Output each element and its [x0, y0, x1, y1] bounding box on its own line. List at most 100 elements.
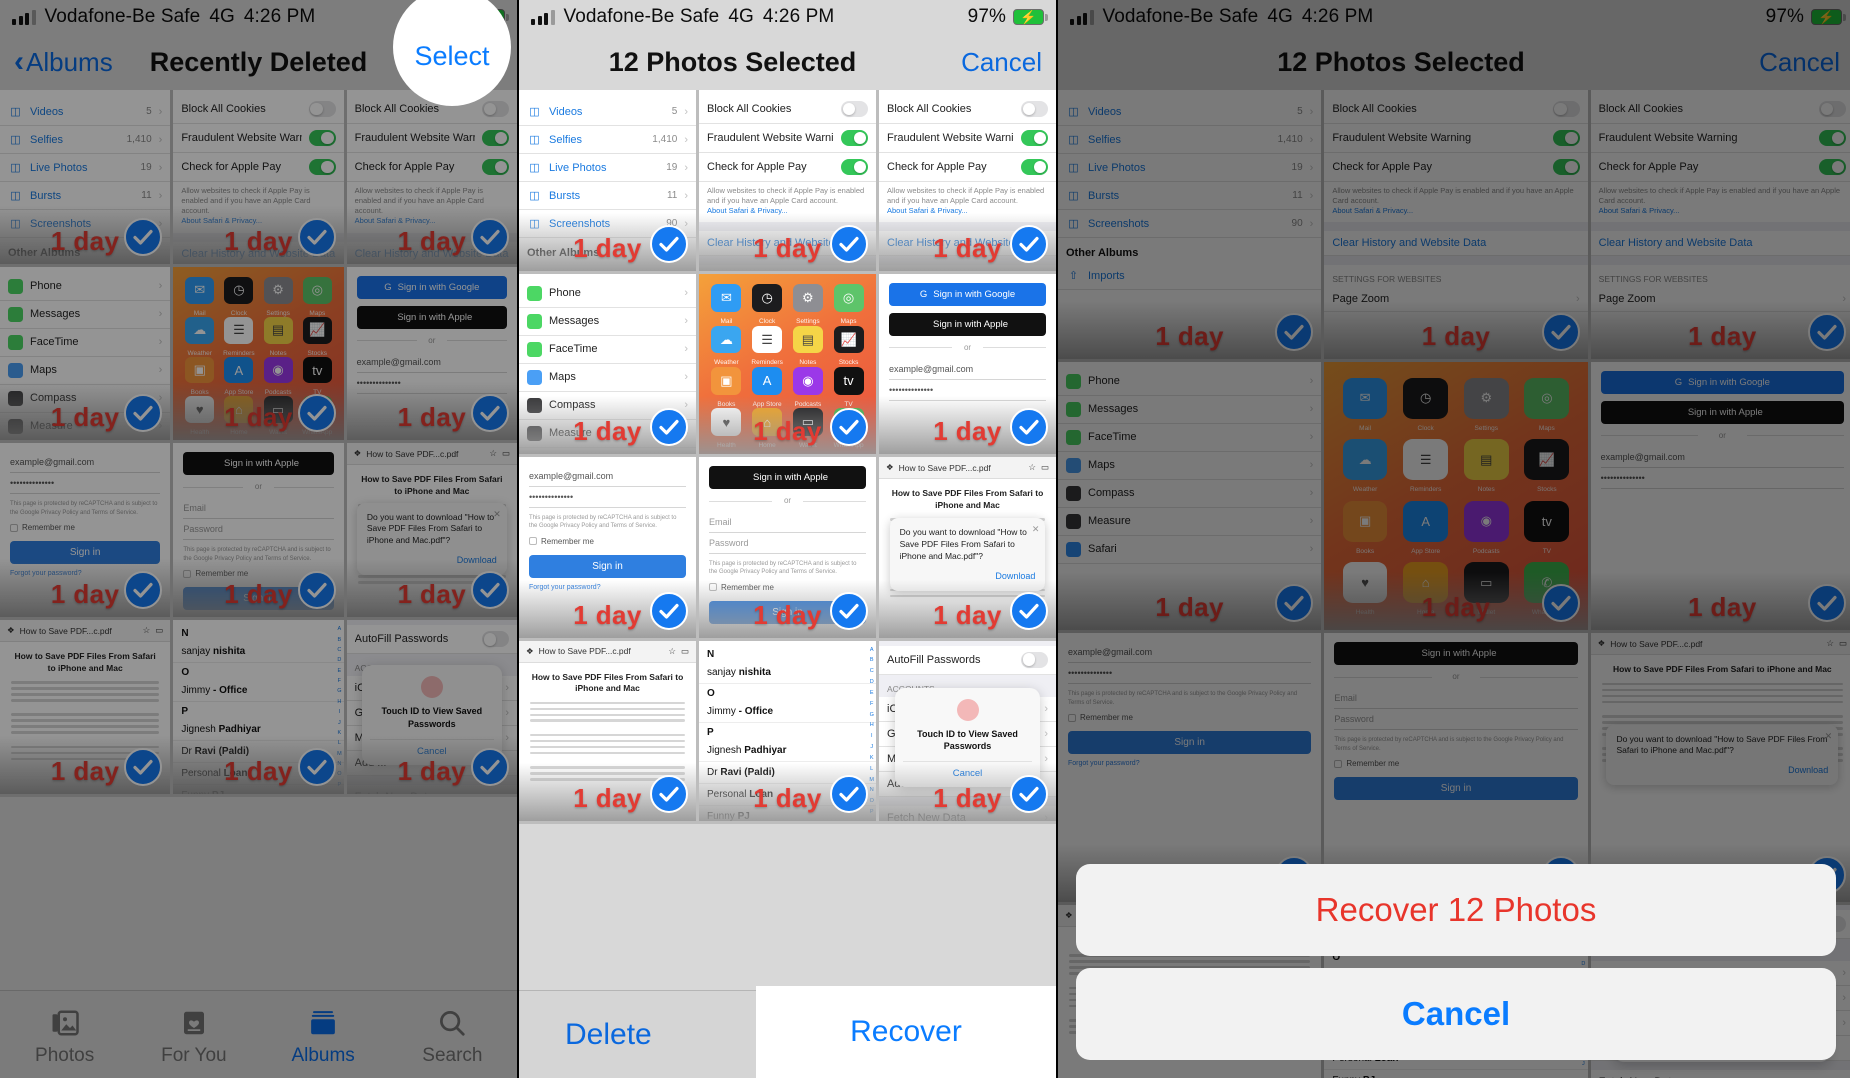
clear-history-row[interactable]: Clear History and Website Data — [1590, 231, 1850, 257]
tab-title[interactable]: How to Save PDF...c.pdf — [539, 646, 664, 656]
list-item[interactable]: ◫ Screenshots 90 › — [1058, 210, 1322, 238]
star-icon[interactable]: ☆ — [143, 625, 151, 636]
email-field[interactable]: example@gmail.com — [1600, 447, 1844, 468]
app-icon[interactable]: ✉ Mail — [1342, 377, 1388, 432]
checkmark-circle-icon[interactable] — [1275, 312, 1314, 351]
index-letter[interactable]: I — [871, 733, 873, 739]
settings-row[interactable]: Fraudulent Website Warning — [1590, 124, 1850, 153]
toggle-switch[interactable] — [1819, 101, 1846, 117]
settings-app-row[interactable]: Safari › — [1058, 536, 1322, 564]
app-icon[interactable]: ▣ Books — [1342, 500, 1388, 555]
photo-cell[interactable]: G Sign in with Google Sign in with Apple … — [879, 273, 1056, 455]
checkmark-circle-icon[interactable] — [830, 591, 868, 630]
menu-icon[interactable]: ▭ — [1041, 462, 1049, 473]
close-x-icon[interactable]: ✕ — [493, 508, 501, 521]
photo-cell[interactable]: ✉ Mail ◷ Clock ⚙ Settings ◎ Maps ☁ Weath… — [173, 266, 344, 441]
index-letter[interactable]: A — [870, 647, 874, 653]
password-field[interactable]: Password — [183, 519, 334, 541]
fetch-new-data-row[interactable]: Fetch New Data› — [1590, 1069, 1850, 1078]
tab-for-you[interactable]: For You — [129, 1003, 258, 1067]
app-icon[interactable]: ▣ Books — [185, 356, 215, 396]
app-icon[interactable]: ✉ Mail — [711, 284, 742, 325]
checkmark-circle-icon[interactable] — [650, 408, 688, 447]
settings-row[interactable]: Fraudulent Website Warning — [1324, 124, 1588, 153]
clear-history-row[interactable]: Clear History and Website Data — [1324, 231, 1588, 257]
checkbox-icon[interactable] — [1068, 713, 1076, 722]
about-safari-privacy-link[interactable]: About Safari & Privacy... — [1332, 206, 1413, 215]
settings-app-row[interactable]: Phone › — [519, 280, 696, 308]
index-letter[interactable]: J — [338, 720, 341, 726]
photo-cell[interactable]: Block All Cookies Fraudulent Website War… — [1324, 90, 1588, 359]
index-letter[interactable]: D — [337, 657, 341, 663]
checkmark-circle-icon[interactable] — [830, 408, 868, 447]
star-icon[interactable]: ☆ — [489, 448, 497, 459]
menu-icon[interactable]: ▭ — [681, 646, 689, 657]
photo-cell[interactable]: Nsanjay nishitaOJimmy - OfficePJignesh P… — [173, 620, 344, 794]
sign-in-with-apple-button[interactable]: Sign in with Apple — [889, 312, 1046, 336]
tab-title[interactable]: How to Save PDF...c.pdf — [366, 449, 484, 459]
sign-in-with-google-button[interactable]: G Sign in with Google — [356, 275, 507, 299]
photo-cell[interactable]: Block All Cookies Fraudulent Website War… — [173, 90, 344, 264]
photo-cell[interactable]: ✉ Mail ◷ Clock ⚙ Settings ◎ Maps ☁ Weath… — [699, 273, 876, 455]
settings-app-row[interactable]: Phone › — [1058, 368, 1322, 396]
index-letter[interactable]: K — [870, 755, 874, 761]
toggle-switch[interactable] — [1021, 651, 1048, 668]
checkmark-circle-icon[interactable] — [1808, 584, 1846, 623]
toggle-switch[interactable] — [481, 159, 509, 175]
app-icon[interactable]: 📈 Stocks — [1524, 439, 1570, 493]
checkmark-circle-icon[interactable] — [1010, 775, 1048, 814]
checkmark-circle-icon[interactable] — [650, 775, 688, 814]
photo-cell[interactable]: ◫ Videos 5 › ◫ Selfies 1,410 › ◫ Live Ph… — [1058, 90, 1322, 359]
contact-row[interactable]: sanjay nishita — [699, 662, 876, 684]
checkmark-circle-icon[interactable] — [650, 224, 688, 263]
photo-cell[interactable]: Phone › Messages › FaceTime › Maps › Com… — [0, 266, 171, 441]
settings-row[interactable]: Block All Cookies — [1324, 95, 1588, 124]
photo-cell[interactable]: ❖ How to Save PDF...c.pdf ☆ ▭ How to Sav… — [519, 640, 696, 822]
app-icon[interactable]: tv TV — [302, 356, 332, 396]
photo-cell[interactable]: ❖ How to Save PDF...c.pdf ☆ ▭ How to Sav… — [346, 443, 517, 618]
list-item[interactable]: ◫ Bursts 11 › — [1058, 182, 1322, 210]
checkmark-circle-icon[interactable] — [1541, 312, 1580, 351]
sign-in-with-apple-button[interactable]: Sign in with Apple — [1334, 642, 1578, 666]
index-letter[interactable]: D — [870, 679, 874, 685]
index-letter[interactable]: C — [337, 647, 341, 653]
settings-app-row[interactable]: Compass › — [1058, 480, 1322, 508]
select-button-highlighted[interactable]: Select — [414, 41, 489, 72]
app-icon[interactable]: A App Store — [752, 367, 783, 408]
checkmark-circle-icon[interactable] — [1010, 224, 1048, 263]
app-icon[interactable]: ◎ Maps — [1524, 377, 1570, 432]
checkmark-circle-icon[interactable] — [297, 571, 336, 610]
settings-app-row[interactable]: Messages › — [0, 301, 171, 329]
app-icon[interactable]: tv TV — [1524, 500, 1570, 555]
cancel-button[interactable]: Cancel — [1759, 47, 1840, 78]
email-field[interactable]: Email — [183, 498, 334, 520]
remember-me-row[interactable]: Remember me — [1334, 759, 1577, 768]
index-letter[interactable]: J — [1582, 1061, 1585, 1067]
photo-cell[interactable]: ❖ How to Save PDF...c.pdf ☆ ▭ How to Sav… — [879, 457, 1056, 638]
photo-cell[interactable]: Nsanjay nishitaOJimmy - OfficePJignesh P… — [699, 640, 876, 822]
settings-row[interactable]: Block All Cookies — [1590, 95, 1850, 124]
password-field[interactable]: •••••••••••••• — [529, 487, 686, 509]
password-field[interactable]: •••••••••••••• — [1068, 663, 1312, 685]
app-icon[interactable]: ☰ Reminders — [223, 316, 255, 357]
app-icon[interactable]: 📈 Stocks — [302, 316, 332, 357]
photo-cell[interactable]: Phone › Messages › FaceTime › Maps › Com… — [519, 273, 696, 455]
list-item[interactable]: ◫ Videos 5 › — [1058, 98, 1322, 126]
index-letter[interactable]: E — [870, 690, 874, 696]
photo-cell[interactable]: Block All Cookies Fraudulent Website War… — [879, 90, 1056, 271]
email-field[interactable]: Email — [1334, 688, 1578, 710]
app-icon[interactable]: ▤ Notes — [263, 316, 293, 357]
tab-title[interactable]: How to Save PDF...c.pdf — [1610, 639, 1821, 649]
sheet-cancel-button[interactable]: Cancel — [1076, 968, 1836, 1060]
delete-button[interactable]: Delete — [565, 1018, 652, 1052]
sign-in-button[interactable]: Sign in — [1068, 731, 1312, 754]
photo-cell[interactable]: G Sign in with Google Sign in with Apple … — [346, 266, 517, 441]
checkmark-circle-icon[interactable] — [297, 394, 336, 433]
password-field[interactable]: •••••••••••••• — [1600, 468, 1844, 489]
checkmark-circle-icon[interactable] — [1010, 591, 1048, 630]
photo-cell[interactable]: example@gmail.com •••••••••••••• This pa… — [1058, 633, 1322, 902]
list-item[interactable]: ◫ Selfies 1,410 › — [0, 126, 171, 154]
photo-cell[interactable]: ❖ How to Save PDF...c.pdf ☆ ▭ How to Sav… — [1590, 633, 1850, 902]
photo-cell[interactable]: ◫ Videos 5 › ◫ Selfies 1,410 › ◫ Live Ph… — [0, 90, 171, 264]
app-icon[interactable]: ◎ Maps — [833, 284, 864, 325]
